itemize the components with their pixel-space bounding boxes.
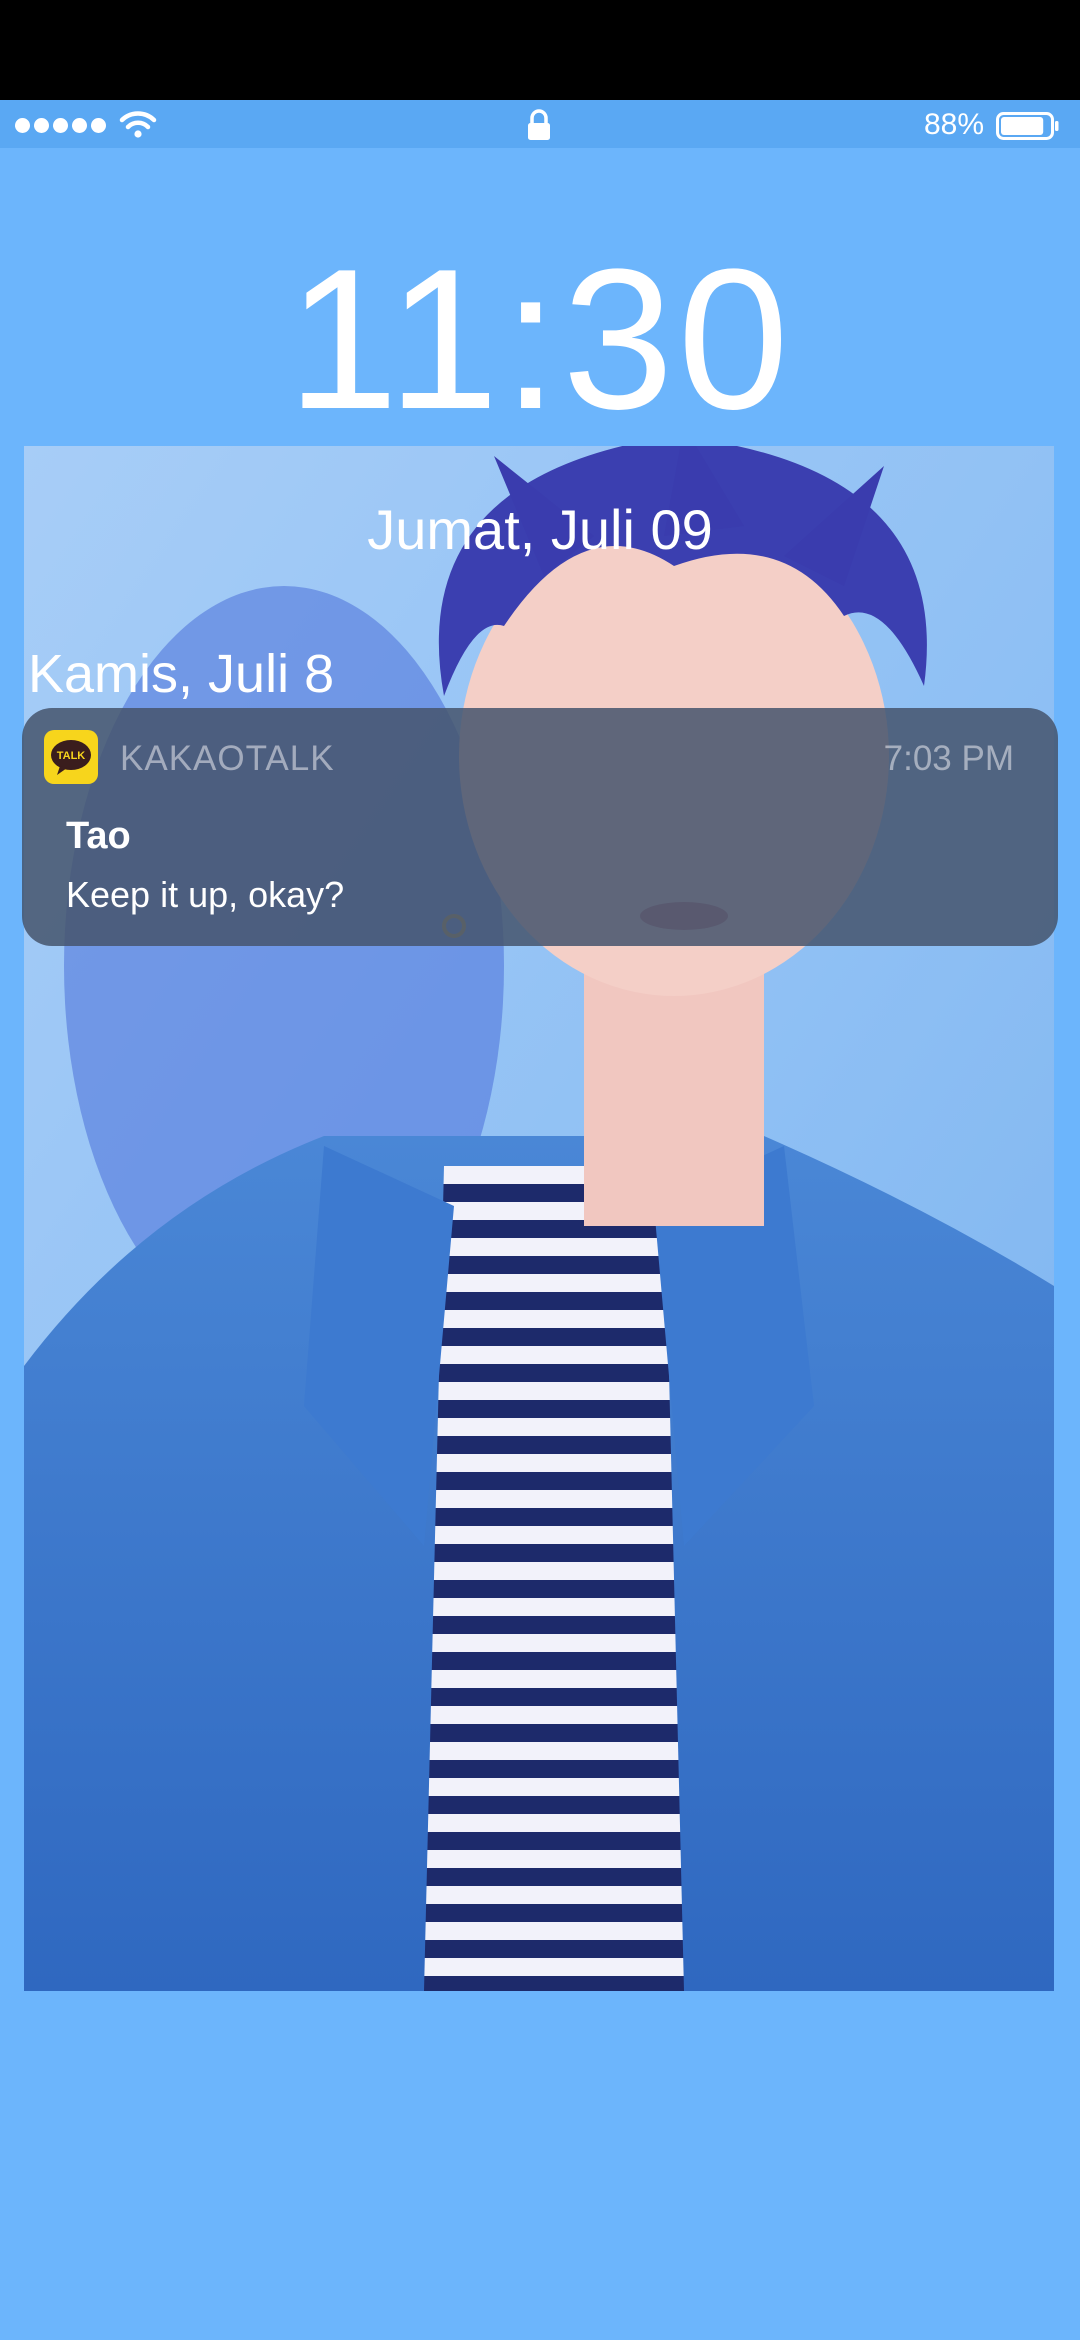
kakaotalk-icon: TALK bbox=[44, 730, 98, 784]
top-black-bar bbox=[0, 0, 1080, 100]
notification-group-header: Kamis, Juli 8 bbox=[28, 644, 335, 704]
cellular-signal-icon bbox=[15, 118, 106, 133]
lock-icon bbox=[528, 109, 550, 140]
svg-text:TALK: TALK bbox=[57, 750, 86, 762]
notification-app-name: KAKAOTALK bbox=[120, 739, 335, 778]
kakaotalk-notification[interactable]: TALK KAKAOTALK 7:03 PM Tao Keep it up, o… bbox=[22, 708, 1058, 946]
lock-screen-date: Jumat, Juli 09 bbox=[367, 498, 713, 561]
notification-message: Keep it up, okay? bbox=[66, 874, 345, 915]
notification-time: 7:03 PM bbox=[883, 739, 1014, 778]
wifi-icon bbox=[119, 111, 157, 138]
status-bar: 88% bbox=[0, 100, 1080, 148]
lock-screen-clock: 11:30 bbox=[287, 228, 793, 451]
battery-icon bbox=[996, 112, 1059, 140]
battery-percent: 88% bbox=[923, 108, 984, 141]
notification-sender: Tao bbox=[66, 815, 131, 857]
